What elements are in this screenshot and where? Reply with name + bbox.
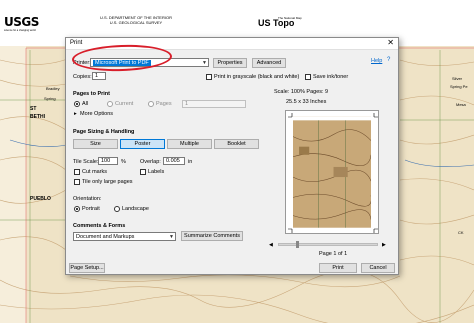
preview-scale-info: Scale: 100% Pages: 9	[274, 89, 329, 95]
save-ink-checkbox[interactable]	[305, 74, 311, 80]
comments-forms-select[interactable]: Document and Markups ▼	[73, 232, 176, 241]
map-label-bradley: Bradley	[46, 86, 60, 91]
us-topo-logo: US Topo	[258, 18, 295, 28]
cancel-button[interactable]: Cancel	[361, 263, 395, 273]
pages-all-radio[interactable]	[74, 101, 80, 107]
map-label-spring: Spring	[44, 96, 56, 101]
overlap-unit: in	[188, 159, 193, 165]
more-options-chevron-icon[interactable]: ▸	[74, 111, 77, 117]
dept-line2: U.S. GEOLOGICAL SURVEY	[109, 19, 163, 25]
next-page-icon[interactable]: ▶	[382, 242, 386, 248]
chevron-down-icon: ▼	[169, 234, 174, 240]
pages-range-input[interactable]: 1	[182, 100, 246, 108]
page-sizing-heading: Page Sizing & Handling	[73, 129, 135, 135]
pages-to-print-heading: Pages to Print	[73, 91, 110, 97]
map-label-bethi: BETHI	[30, 114, 45, 120]
cut-marks-checkbox[interactable]	[74, 169, 80, 175]
map-label-pueblo: PUEBLO	[30, 196, 51, 202]
portrait-label: Portrait	[82, 206, 100, 212]
page-slider[interactable]	[278, 243, 378, 246]
booklet-tab-button[interactable]: Booklet	[214, 139, 259, 149]
save-ink-label: Save ink/toner	[313, 74, 349, 80]
pages-range-label: Pages	[156, 101, 172, 107]
print-dialog: Print ✕ Printer: Microsoft Print to PDF …	[65, 37, 399, 275]
pages-current-label: Current	[115, 101, 134, 107]
page-slider-thumb[interactable]	[296, 241, 299, 248]
comments-forms-value: Document and Markups	[76, 234, 135, 240]
dept-heading: U.S. DEPARTMENT OF THE INTERIOR U.S. GEO…	[86, 15, 186, 26]
help-icon[interactable]: ?	[387, 57, 390, 63]
grayscale-checkbox[interactable]	[206, 74, 212, 80]
poster-tab-button[interactable]: Poster	[120, 139, 165, 149]
landscape-radio[interactable]	[114, 206, 120, 212]
tile-large-label: Tile only large pages	[82, 179, 133, 185]
map-label-spring-pe: Spring Pe	[450, 84, 468, 89]
tile-scale-label: Tile Scale:	[73, 159, 99, 165]
landscape-label: Landscape	[122, 206, 149, 212]
page-setup-button[interactable]: Page Setup...	[69, 263, 105, 273]
dialog-title: Print	[70, 40, 83, 46]
map-label-ck: CK	[458, 230, 464, 235]
tile-scale-unit: %	[121, 159, 126, 165]
orientation-heading: Orientation:	[73, 196, 102, 202]
portrait-radio[interactable]	[74, 206, 80, 212]
close-icon[interactable]: ✕	[387, 38, 394, 47]
map-label-st: ST	[30, 106, 37, 112]
more-options-toggle[interactable]: More Options	[80, 111, 113, 117]
multiple-tab-button[interactable]: Multiple	[167, 139, 212, 149]
tile-scale-input[interactable]: 100	[98, 157, 118, 165]
crop-marks	[288, 113, 378, 233]
properties-button[interactable]: Properties	[213, 58, 247, 68]
grayscale-label: Print in grayscale (black and white)	[214, 74, 300, 80]
usgs-tagline: science for a changing world	[4, 29, 36, 32]
preview-page-info: Page 1 of 1	[319, 251, 348, 257]
overlap-label: Overlap:	[140, 159, 161, 165]
chevron-down-icon: ▼	[202, 60, 207, 66]
copies-input[interactable]: 1	[92, 72, 106, 80]
usgs-logo: USGS	[4, 15, 39, 29]
cut-marks-label: Cut marks	[82, 169, 108, 175]
pages-range-radio[interactable]	[148, 101, 154, 107]
tile-large-checkbox[interactable]	[74, 179, 80, 185]
prev-page-icon[interactable]: ◀	[269, 242, 273, 248]
pages-current-radio[interactable]	[107, 101, 113, 107]
map-label-mesa: Mesa	[456, 102, 466, 107]
copies-label: Copies:	[73, 74, 92, 80]
comments-forms-heading: Comments & Forms	[73, 223, 126, 229]
labels-checkbox[interactable]	[140, 169, 146, 175]
labels-label: Labels	[148, 169, 165, 175]
help-link[interactable]: Help	[371, 58, 382, 64]
overlap-input[interactable]: 0.005	[163, 157, 185, 165]
preview-size-info: 25.5 x 33 Inches	[286, 99, 327, 105]
advanced-button[interactable]: Advanced	[252, 58, 286, 68]
pages-all-label: All	[82, 101, 89, 107]
summarize-comments-button[interactable]: Summarize Comments	[181, 231, 243, 241]
preview-page	[285, 110, 379, 234]
map-label-silver: Silver	[452, 76, 463, 81]
size-tab-button[interactable]: Size	[73, 139, 118, 149]
print-button[interactable]: Print	[319, 263, 357, 273]
